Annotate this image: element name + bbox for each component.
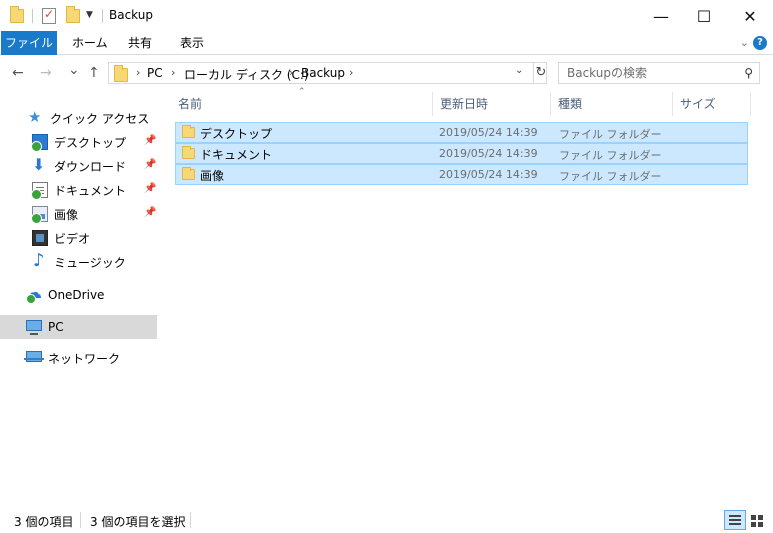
large-icons-view-icon[interactable] [746, 510, 768, 530]
nav-item-videos[interactable]: ビデオ [0, 226, 157, 250]
nav-item-network[interactable]: ネットワーク [0, 346, 157, 370]
folder-icon [182, 146, 195, 159]
nav-item-label: 画像 [54, 207, 79, 222]
file-modified: 2019/05/24 14:39 [439, 147, 538, 160]
network-icon [24, 350, 44, 362]
refresh-icon[interactable]: ↻ [533, 63, 548, 83]
minimize-button[interactable]: — [638, 0, 684, 32]
nav-item-downloads[interactable]: ダウンロード 📌 [0, 154, 157, 178]
ribbon-tabs: ファイル ホーム 共有 表示 ⌄ ? [0, 31, 773, 55]
nav-item-label: ダウンロード [54, 159, 127, 174]
nav-item-music[interactable]: ミュージック [0, 250, 157, 274]
music-icon [32, 250, 48, 271]
properties-icon[interactable] [42, 7, 56, 24]
chevron-down-icon[interactable]: ⌄ [740, 36, 749, 49]
nav-item-desktop[interactable]: デスクトップ 📌 [0, 130, 157, 154]
chevron-right-icon[interactable]: › [349, 66, 353, 79]
customize-toolbar-icon[interactable]: ▼ [86, 10, 93, 20]
nav-item-documents[interactable]: ドキュメント 📌 [0, 178, 157, 202]
file-list: ⌃ 名前 更新日時 種類 サイズ デスクトップ 2019/05/24 14:39… [170, 87, 760, 505]
nav-item-pc[interactable]: PC [0, 315, 157, 339]
folder-icon [182, 167, 195, 180]
search-box[interactable]: ⚲ [558, 62, 760, 84]
file-name: デスクトップ [200, 127, 273, 141]
status-selected-count: 3 個の項目を選択 [90, 515, 186, 529]
status-divider [80, 512, 81, 528]
column-header-modified[interactable]: 更新日時 [432, 94, 550, 114]
navigation-pane: クイック アクセス デスクトップ 📌 ダウンロード 📌 ドキュメント 📌 画像 … [0, 90, 160, 505]
pc-icon [26, 319, 42, 335]
table-row[interactable]: デスクトップ 2019/05/24 14:39 ファイル フォルダー [175, 122, 748, 143]
chevron-right-icon[interactable]: › [136, 66, 140, 79]
nav-item-label: ネットワーク [48, 351, 121, 366]
details-view-icon[interactable] [724, 510, 746, 530]
nav-item-label: ドキュメント [54, 183, 127, 198]
close-button[interactable]: ✕ [727, 0, 773, 32]
documents-icon [31, 182, 48, 200]
forward-arrow-icon[interactable]: → [40, 65, 52, 81]
file-type: ファイル フォルダー [559, 149, 662, 162]
nav-item-pictures[interactable]: 画像 📌 [0, 202, 157, 226]
nav-item-label: デスクトップ [54, 135, 127, 150]
file-name: ドキュメント [200, 148, 273, 162]
status-item-count: 3 個の項目 [14, 515, 74, 529]
title-divider [102, 9, 103, 23]
file-type: ファイル フォルダー [559, 128, 662, 141]
folder-icon [182, 125, 195, 138]
pin-icon[interactable]: 📌 [144, 207, 156, 218]
star-icon [28, 108, 44, 126]
nav-item-label: ビデオ [54, 231, 91, 246]
nav-item-label: ミュージック [54, 255, 126, 270]
desktop-icon [31, 134, 48, 152]
app-folder-icon [10, 0, 24, 32]
tab-view[interactable]: 表示 [170, 31, 214, 55]
new-folder-icon[interactable] [66, 0, 80, 32]
videos-icon [32, 230, 48, 246]
pictures-icon [31, 206, 48, 224]
nav-item-quick-access[interactable]: クイック アクセス [0, 106, 157, 130]
file-type: ファイル フォルダー [559, 170, 662, 183]
table-row[interactable]: 画像 2019/05/24 14:39 ファイル フォルダー [175, 164, 748, 185]
quick-access-divider [32, 9, 33, 23]
nav-item-onedrive[interactable]: OneDrive [0, 283, 157, 307]
search-icon[interactable]: ⚲ [744, 66, 753, 80]
pin-icon[interactable]: 📌 [144, 183, 156, 194]
chevron-right-icon[interactable]: › [289, 66, 293, 79]
nav-item-label: OneDrive [48, 288, 105, 302]
folder-icon [114, 65, 128, 82]
breadcrumb-backup[interactable]: Backup [301, 66, 345, 80]
window-title: Backup [109, 8, 153, 22]
breadcrumb-pc[interactable]: PC [147, 66, 163, 80]
back-arrow-icon[interactable]: ← [12, 65, 24, 81]
column-header-size[interactable]: サイズ [672, 94, 752, 114]
search-input[interactable] [559, 63, 729, 83]
recent-locations-icon[interactable]: ⌄ [68, 62, 80, 78]
column-divider[interactable] [750, 92, 751, 116]
tab-home[interactable]: ホーム [62, 31, 118, 55]
up-arrow-icon[interactable]: ↑ [88, 65, 100, 81]
table-row[interactable]: ドキュメント 2019/05/24 14:39 ファイル フォルダー [175, 143, 748, 164]
address-bar[interactable]: › PC › ローカル ディスク (C:) › Backup › ⌄ ↻ [108, 62, 547, 84]
status-divider [190, 512, 191, 528]
title-bar: ▼ Backup — ☐ ✕ [0, 0, 773, 32]
status-bar: 3 個の項目 3 個の項目を選択 [0, 505, 773, 533]
column-header-name[interactable]: 名前 [170, 94, 432, 114]
column-header-type[interactable]: 種類 [550, 94, 670, 114]
onedrive-icon [25, 283, 42, 304]
pin-icon[interactable]: 📌 [144, 135, 156, 146]
pin-icon[interactable]: 📌 [144, 159, 156, 170]
maximize-button[interactable]: ☐ [681, 0, 727, 32]
nav-item-label: PC [48, 320, 64, 334]
nav-item-label: クイック アクセス [50, 111, 150, 126]
download-icon [32, 155, 48, 174]
file-name: 画像 [200, 169, 225, 183]
tab-file[interactable]: ファイル [1, 31, 57, 55]
chevron-right-icon[interactable]: › [171, 66, 175, 79]
address-dropdown-icon[interactable]: ⌄ [515, 65, 523, 76]
address-row: ← → ⌄ ↑ › PC › ローカル ディスク (C:) › Backup ›… [0, 56, 773, 90]
file-modified: 2019/05/24 14:39 [439, 126, 538, 139]
help-icon[interactable]: ? [753, 36, 767, 50]
tab-share[interactable]: 共有 [118, 31, 162, 55]
file-modified: 2019/05/24 14:39 [439, 168, 538, 181]
